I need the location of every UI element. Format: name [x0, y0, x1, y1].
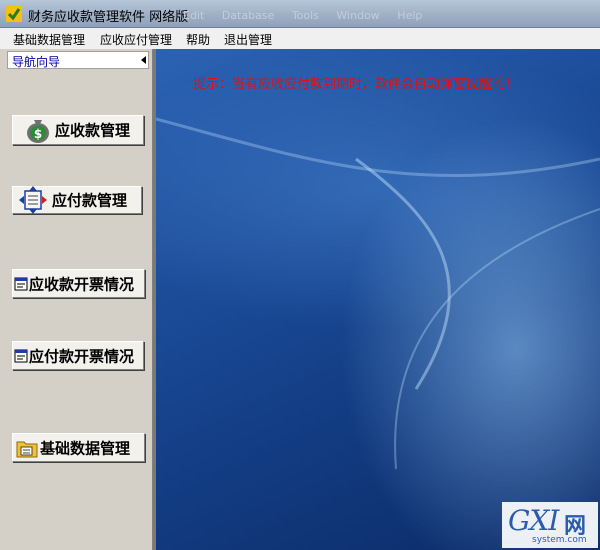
- basic-data-button[interactable]: 基础数据管理: [12, 433, 145, 462]
- title-bar: 财务应收款管理软件 网络版 Edit Database Tools Window…: [0, 0, 600, 28]
- menu-receivable-payable[interactable]: 应收应付管理: [100, 31, 172, 48]
- payable-button[interactable]: 应付款管理: [12, 186, 142, 214]
- payable-invoice-button-label: 应付款开票情况: [29, 347, 135, 365]
- ghost-menu-item: Database: [221, 9, 275, 22]
- payable-button-label: 应付款管理: [52, 191, 128, 210]
- menu-basic-data[interactable]: 基础数据管理: [13, 31, 85, 48]
- invoice-icon: [14, 349, 28, 362]
- receivable-invoice-button[interactable]: 应收款开票情况: [12, 269, 145, 298]
- ghost-menu: Edit Database Tools Window Help: [183, 9, 422, 22]
- ghost-menu-item: Tools: [291, 9, 319, 22]
- basic-data-button-label: 基础数据管理: [40, 439, 131, 457]
- reminder-notice: 提示：当有应收应付款到期时，软件会自动弹窗提醒的！: [193, 77, 519, 92]
- payable-invoice-button[interactable]: 应付款开票情况: [12, 341, 144, 370]
- wallpaper-swirl: [156, 117, 600, 470]
- site-watermark: GXI 网 system.com: [502, 502, 598, 548]
- ghost-menu-item: Window: [336, 9, 380, 22]
- ghost-menu-item: Edit: [183, 9, 205, 22]
- invoice-icon: [14, 277, 28, 290]
- collapse-arrow-icon[interactable]: [141, 56, 146, 64]
- receivable-button[interactable]: $ 应收款管理: [12, 115, 144, 145]
- svg-text:$: $: [34, 127, 42, 141]
- watermark-site: system.com: [532, 535, 587, 545]
- folder-data-icon: [16, 441, 38, 457]
- receivable-invoice-button-label: 应收款开票情况: [29, 275, 135, 293]
- receivable-button-label: 应收款管理: [55, 121, 131, 140]
- nav-header: 导航向导: [7, 51, 149, 69]
- watermark-logo: GXI: [508, 504, 559, 537]
- nav-panel: 导航向导 $ 应收款管理 应付款管理 应收款开票情况 应付款开票情况 基础数据管…: [0, 49, 153, 550]
- ledger-arrows-icon: [19, 186, 47, 214]
- nav-header-label: 导航向导: [12, 55, 61, 69]
- app-logo-icon: [6, 6, 22, 22]
- window-title: 财务应收款管理软件 网络版: [28, 10, 189, 25]
- ghost-menu-item: Help: [397, 9, 423, 22]
- menu-exit[interactable]: 退出管理: [224, 31, 272, 48]
- money-bag-icon: $: [27, 120, 49, 143]
- main-workspace: 提示：当有应收应付款到期时，软件会自动弹窗提醒的！: [156, 49, 600, 550]
- menu-help[interactable]: 帮助: [186, 31, 210, 48]
- menu-bar: 基础数据管理 应收应付管理 帮助 退出管理: [0, 28, 600, 50]
